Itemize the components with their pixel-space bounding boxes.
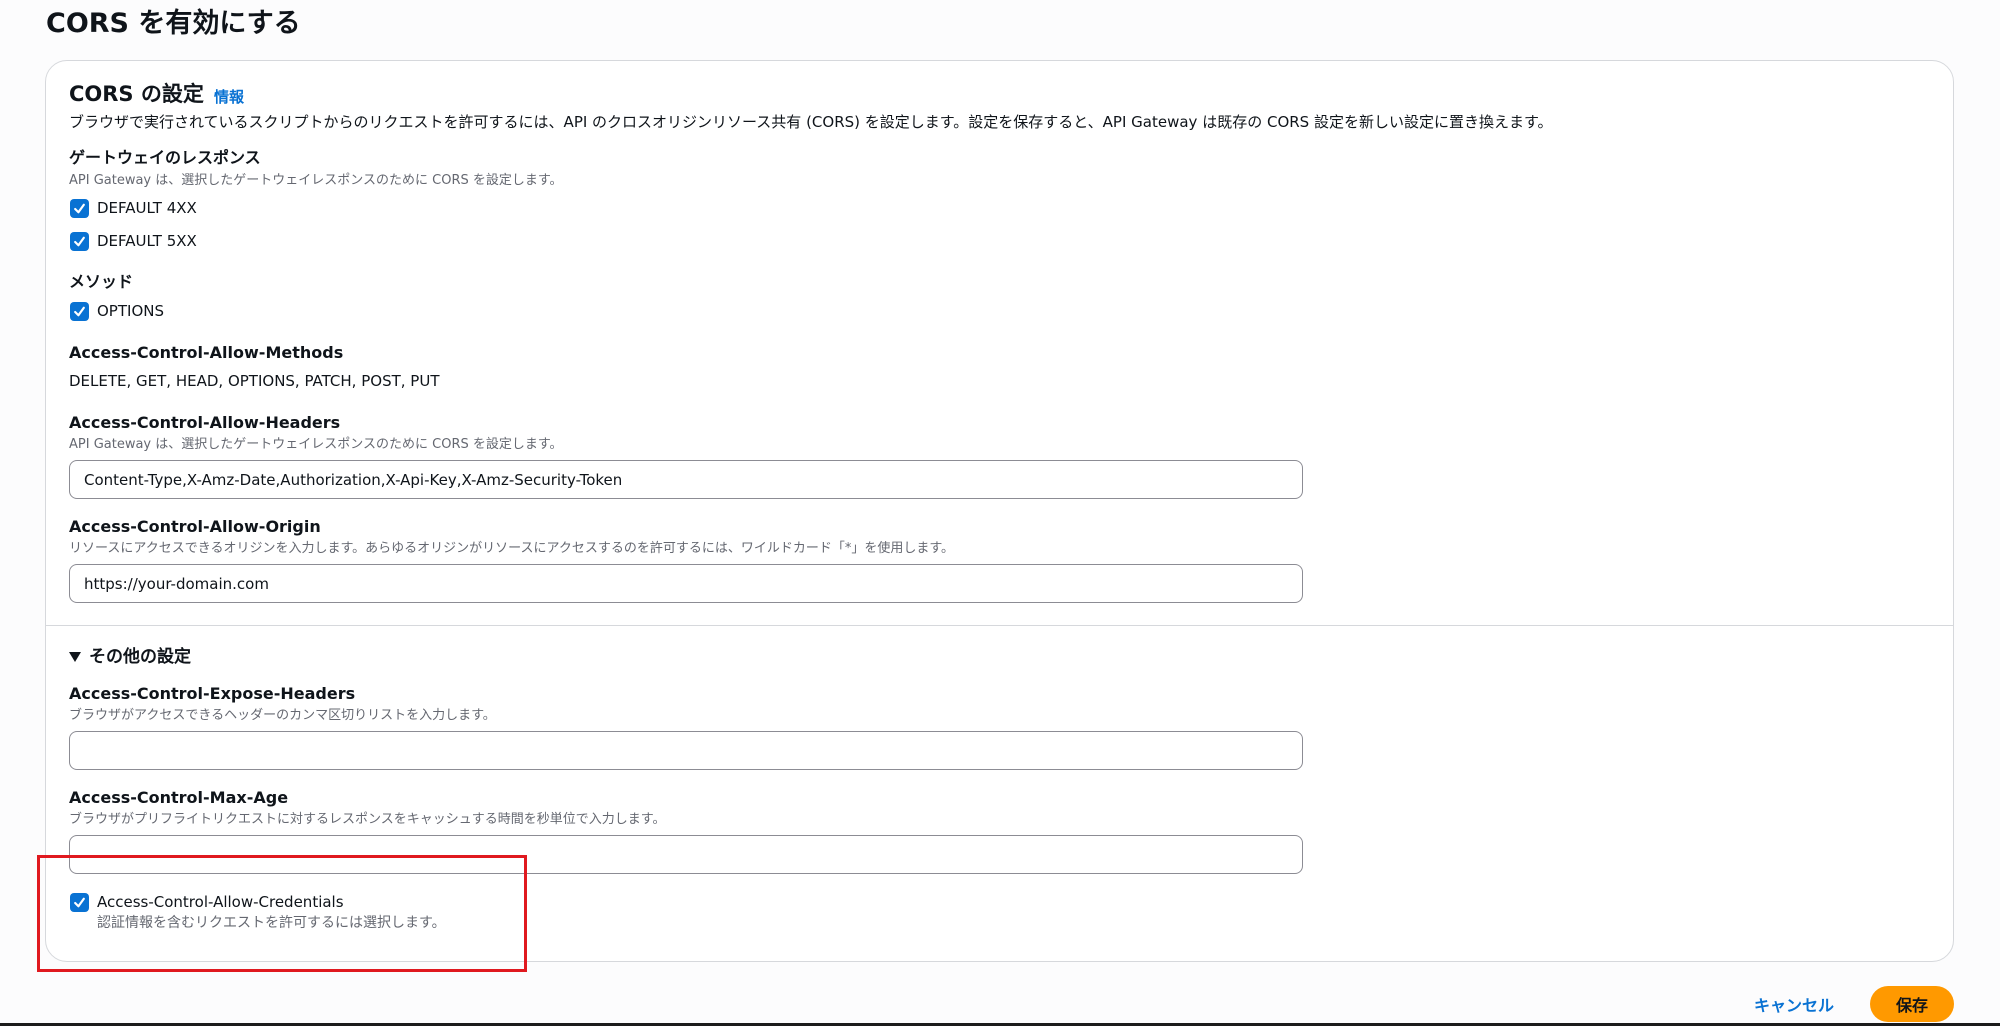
- allow-methods-label: Access-Control-Allow-Methods: [69, 343, 344, 362]
- cors-description: ブラウザで実行されているスクリプトからのリクエストを許可するには、API のクロ…: [69, 113, 1553, 131]
- gateway-responses-hint: API Gateway は、選択したゲートウェイレスポンスのために CORS を…: [69, 173, 563, 188]
- default-5xx-label: DEFAULT 5XX: [97, 232, 197, 250]
- checkmark-icon: [74, 236, 85, 247]
- expose-headers-input[interactable]: [69, 731, 1303, 770]
- save-button[interactable]: 保存: [1870, 986, 1954, 1022]
- allow-credentials-hint: 認証情報を含むリクエストを許可するには選択します。: [97, 915, 446, 931]
- default-4xx-checkbox[interactable]: [70, 199, 89, 218]
- section-divider: [46, 625, 1953, 626]
- options-method-label: OPTIONS: [97, 302, 164, 320]
- allow-credentials-checkbox[interactable]: [70, 893, 89, 912]
- other-settings-label: その他の設定: [89, 647, 191, 667]
- page-title: CORS を有効にする: [46, 8, 301, 39]
- options-method-checkbox[interactable]: [70, 302, 89, 321]
- cors-section-title: CORS の設定: [69, 82, 204, 106]
- checkmark-icon: [74, 306, 85, 317]
- cors-settings-panel: CORS の設定 情報 ブラウザで実行されているスクリプトからのリクエストを許可…: [45, 60, 1954, 962]
- default-4xx-label: DEFAULT 4XX: [97, 199, 197, 217]
- allow-credentials-label: Access-Control-Allow-Credentials: [97, 893, 344, 911]
- default-5xx-checkbox[interactable]: [70, 232, 89, 251]
- allow-headers-input[interactable]: [69, 460, 1303, 499]
- allow-origin-input[interactable]: [69, 564, 1303, 603]
- cancel-button[interactable]: キャンセル: [1740, 988, 1848, 1020]
- allow-origin-label: Access-Control-Allow-Origin: [69, 517, 321, 536]
- methods-label: メソッド: [69, 272, 134, 291]
- allow-origin-hint: リソースにアクセスできるオリジンを入力します。あらゆるオリジンがリソースにアクセ…: [69, 541, 955, 556]
- other-settings-toggle[interactable]: その他の設定: [69, 645, 191, 669]
- max-age-label: Access-Control-Max-Age: [69, 788, 289, 807]
- gateway-responses-label: ゲートウェイのレスポンス: [69, 148, 261, 167]
- info-link[interactable]: 情報: [214, 87, 244, 107]
- allow-headers-hint: API Gateway は、選択したゲートウェイレスポンスのために CORS を…: [69, 437, 563, 452]
- allow-headers-label: Access-Control-Allow-Headers: [69, 413, 341, 432]
- expose-headers-hint: ブラウザがアクセスできるヘッダーのカンマ区切りリストを入力します。: [69, 708, 496, 723]
- checkmark-icon: [74, 897, 85, 908]
- caret-down-icon: [69, 652, 81, 662]
- allow-methods-value: DELETE, GET, HEAD, OPTIONS, PATCH, POST,…: [69, 372, 440, 390]
- max-age-hint: ブラウザがプリフライトリクエストに対するレスポンスをキャッシュする時間を秒単位で…: [69, 812, 666, 827]
- expose-headers-label: Access-Control-Expose-Headers: [69, 684, 356, 703]
- checkmark-icon: [74, 203, 85, 214]
- max-age-input[interactable]: [69, 835, 1303, 874]
